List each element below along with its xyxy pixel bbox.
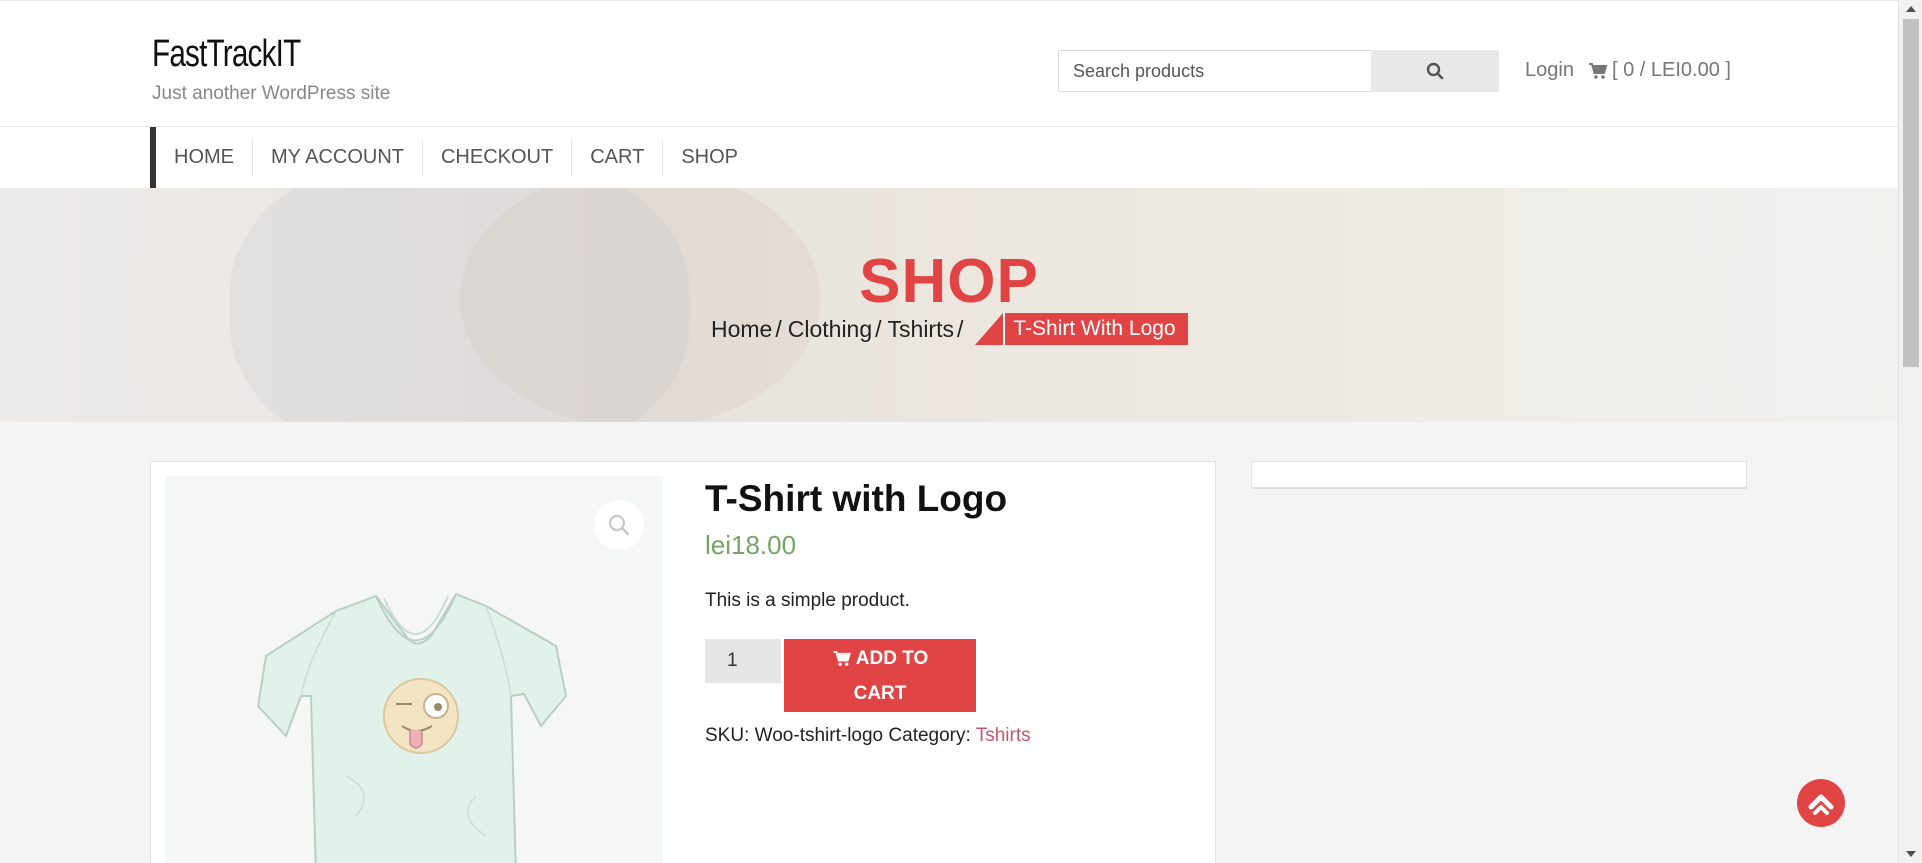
page-hero: SHOP Home / Clothing / Tshirts / T-Shirt… — [0, 188, 1898, 422]
breadcrumb-current-arrow — [975, 313, 1004, 345]
zoom-button[interactable] — [594, 500, 644, 550]
breadcrumb-current-label: T-Shirt With Logo — [1003, 313, 1188, 345]
cart-icon — [1589, 62, 1608, 79]
product-card: T-Shirt with Logo lei18.00 This is a sim… — [150, 461, 1216, 863]
category-label: Category: — [888, 725, 971, 746]
nav-item-home[interactable]: HOME — [156, 139, 253, 176]
chevron-up-icon — [1808, 794, 1834, 815]
nav-item-my-account[interactable]: MY ACCOUNT — [253, 139, 423, 176]
sku-label: SKU: — [705, 725, 750, 746]
search-button[interactable] — [1371, 50, 1499, 92]
breadcrumb-separator: / — [875, 315, 882, 342]
login-link[interactable]: Login — [1525, 59, 1574, 82]
site-title[interactable]: FastTrackIT — [152, 33, 301, 76]
site-tagline: Just another WordPress site — [152, 83, 391, 104]
triangle-down-icon — [1906, 851, 1916, 857]
breadcrumb-home[interactable]: Home — [711, 316, 772, 343]
sidebar-widget — [1251, 461, 1747, 489]
breadcrumb-tshirts[interactable]: Tshirts — [888, 316, 954, 343]
search-icon — [1426, 62, 1444, 80]
product-meta: SKU: Woo-tshirt-logo Category: Tshirts — [705, 725, 1031, 747]
sku-value: Woo-tshirt-logo — [754, 725, 884, 746]
product-image[interactable] — [166, 476, 663, 863]
breadcrumb: Home / Clothing / Tshirts / T-Shirt With… — [711, 313, 1188, 345]
nav-item-shop[interactable]: SHOP — [663, 140, 756, 176]
tshirt-illustration — [256, 592, 568, 863]
product-price: lei18.00 — [705, 530, 797, 560]
add-to-cart-button[interactable]: ADD TO CART — [784, 639, 976, 712]
site-header: FastTrackIT Just another WordPress site … — [0, 0, 1898, 127]
back-to-top-button[interactable] — [1797, 779, 1845, 827]
breadcrumb-clothing[interactable]: Clothing — [788, 316, 872, 343]
nav-list: HOME MY ACCOUNT CHECKOUT CART SHOP — [156, 127, 756, 188]
product-title: T-Shirt with Logo — [705, 478, 1008, 519]
cart-summary: [ 0 / LEI0.00 ] — [1612, 59, 1731, 81]
nav-item-checkout[interactable]: CHECKOUT — [423, 139, 573, 176]
breadcrumb-current: T-Shirt With Logo — [975, 313, 1188, 345]
header-cart-link[interactable]: [ 0 / LEI0.00 ] — [1588, 59, 1731, 82]
vertical-scrollbar[interactable] — [1898, 0, 1922, 863]
scroll-down-arrow[interactable] — [1899, 845, 1922, 863]
nav-item-cart[interactable]: CART — [572, 139, 664, 176]
breadcrumb-separator: / — [775, 315, 782, 342]
add-to-cart-label-line1: ADD TO — [855, 647, 929, 669]
search-form — [1058, 50, 1499, 92]
page-title: SHOP — [859, 247, 1039, 316]
add-to-cart-label-line2: CART — [853, 682, 907, 704]
scroll-up-arrow[interactable] — [1899, 0, 1922, 18]
triangle-up-icon — [1906, 6, 1916, 12]
page: FastTrackIT Just another WordPress site … — [0, 0, 1898, 863]
quantity-input[interactable] — [705, 639, 781, 683]
product-description: This is a simple product. — [705, 590, 910, 611]
breadcrumb-separator: / — [956, 315, 964, 342]
search-input[interactable] — [1059, 51, 1371, 91]
scrollbar-thumb[interactable] — [1903, 19, 1919, 367]
cart-icon — [833, 650, 851, 666]
zoom-icon — [608, 514, 630, 536]
main-nav: HOME MY ACCOUNT CHECKOUT CART SHOP — [0, 127, 1898, 188]
category-link[interactable]: Tshirts — [976, 725, 1031, 746]
